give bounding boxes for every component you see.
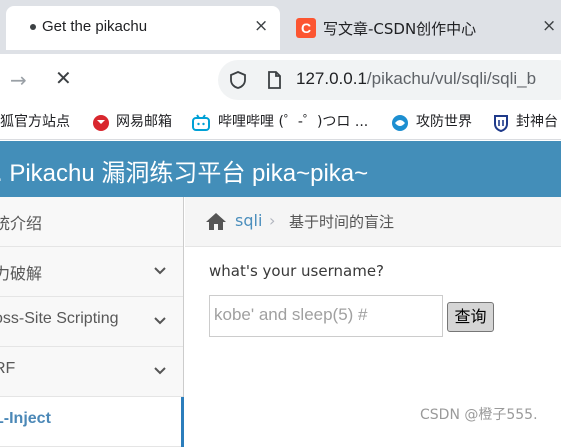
fengshentai-icon (494, 115, 508, 132)
home-icon[interactable] (205, 211, 227, 231)
tab-title: 写文章-CSDN创作中心 (323, 20, 477, 38)
breadcrumb-separator: › (269, 211, 276, 230)
tab-strip: Get the pikachu × C 写文章-CSDN创作中心 × (0, 0, 561, 54)
sidebar-item-sql-inject[interactable]: L-Inject (0, 397, 184, 447)
breadcrumb: sqli › 基于时间的盲注 (185, 197, 561, 247)
bookmark-firefox[interactable]: 狐官方站点 (0, 113, 70, 131)
page-info-icon[interactable] (264, 70, 284, 90)
sidebar: 统介绍 力破解 oss-Site Scripting RF L-Inject (0, 197, 184, 447)
sidebar-item-bruteforce[interactable]: 力破解 (0, 247, 183, 297)
sidebar-item-csrf[interactable]: RF (0, 347, 183, 397)
url-text[interactable]: 127.0.0.1/pikachu/vul/sqli/sqli_b (296, 69, 536, 89)
adworld-icon (392, 115, 408, 131)
sidebar-item-label: RF (0, 360, 16, 377)
forward-arrow-icon[interactable]: → (10, 68, 27, 92)
bookmark-bilibili[interactable]: 哔哩哔哩 (゜-゜)つロ ... (218, 113, 368, 131)
sidebar-item-xss[interactable]: oss-Site Scripting (0, 297, 183, 347)
csdn-favicon-icon: C (296, 18, 316, 38)
sidebar-item-label: L-Inject (0, 410, 51, 427)
url-path: /pikachu/vul/sqli/sqli_b (366, 69, 537, 88)
sidebar-item-label: 力破解 (0, 266, 43, 283)
address-bar[interactable]: 127.0.0.1/pikachu/vul/sqli/sqli_b (218, 60, 561, 100)
breadcrumb-sqli-link[interactable]: sqli (235, 211, 262, 230)
query-button[interactable]: 查询 (447, 302, 494, 332)
sidebar-item-label: 统介绍 (0, 216, 43, 233)
page-header: . Pikachu 漏洞练习平台 pika~pika~ (0, 141, 561, 197)
username-prompt: what's your username? (209, 262, 385, 280)
breadcrumb-current: 基于时间的盲注 (289, 213, 395, 231)
bookmark-fengshentai[interactable]: 封神台 (516, 113, 558, 131)
username-input[interactable]: kobe' and sleep(5) # (209, 295, 443, 337)
stop-loading-icon[interactable]: ✕ (55, 66, 72, 90)
netease-mail-icon (93, 115, 109, 131)
title-text: Pikachu 漏洞练习平台 pika~pika~ (9, 160, 369, 187)
tab-close-icon[interactable]: × (254, 16, 268, 36)
chevron-down-icon (154, 267, 166, 275)
tab-get-the-pikachu[interactable]: Get the pikachu × (6, 6, 280, 50)
sidebar-item-intro[interactable]: 统介绍 (0, 197, 183, 247)
loading-dot-icon (30, 24, 36, 30)
chevron-down-icon (154, 367, 166, 375)
csdn-watermark: CSDN @橙子555. (420, 407, 538, 423)
tab-close-icon[interactable]: × (542, 16, 556, 36)
tab-title: Get the pikachu (42, 18, 148, 35)
tab-csdn[interactable]: C 写文章-CSDN创作中心 × (290, 6, 561, 50)
bookmarks-bar: 狐官方站点 网易邮箱 哔哩哔哩 (゜-゜)つロ ... 攻防世界 封神台 (0, 106, 561, 140)
active-indicator (181, 397, 184, 447)
sidebar-item-label: oss-Site Scripting (0, 310, 119, 327)
bilibili-icon (192, 114, 210, 131)
url-host: 127.0.0.1 (296, 69, 367, 88)
browser-toolbar: → ✕ 127.0.0.1/pikachu/vul/sqli/sqli_b (0, 54, 561, 106)
page-title[interactable]: . Pikachu 漏洞练习平台 pika~pika~ (0, 153, 368, 188)
chevron-down-icon (154, 317, 166, 325)
shield-icon[interactable] (228, 70, 248, 90)
title-prefix: . (0, 160, 3, 187)
bookmark-netease-mail[interactable]: 网易邮箱 (116, 113, 172, 131)
bookmark-adworld[interactable]: 攻防世界 (416, 113, 472, 131)
